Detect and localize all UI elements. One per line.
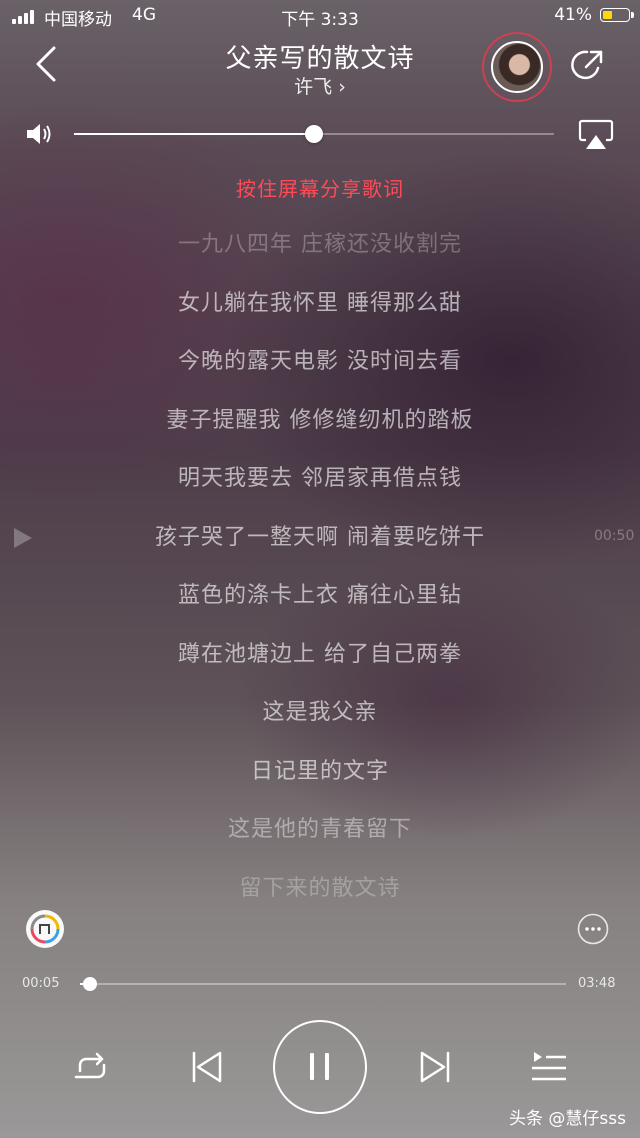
lyric-line[interactable]: 这是他的青春留下 <box>0 810 640 869</box>
airplay-icon[interactable] <box>578 118 614 152</box>
share-lyrics-hint: 按住屏幕分享歌词 <box>236 177 404 201</box>
lyric-line[interactable]: 日记里的文字 <box>0 752 640 811</box>
lyric-line[interactable]: 今晚的露天电影 没时间去看 <box>0 342 640 401</box>
music-badge-icon[interactable] <box>24 908 66 950</box>
artist-avatar[interactable] <box>491 41 543 93</box>
repeat-icon[interactable] <box>70 1047 112 1089</box>
progress-slider[interactable] <box>80 983 566 985</box>
lyric-line[interactable]: 这是我父亲 <box>0 693 640 752</box>
battery-fill <box>603 11 613 19</box>
next-icon[interactable] <box>414 1047 454 1087</box>
status-time: 下午 3:33 <box>281 10 359 30</box>
lyric-line[interactable]: 女儿躺在我怀里 睡得那么甜 <box>0 284 640 343</box>
status-bar: 中国移动 4G 下午 3:33 41% <box>0 0 640 32</box>
progress-knob[interactable] <box>82 977 97 991</box>
watermark: 头条 @慧仔sss <box>509 1109 626 1129</box>
battery-percent: 41% <box>554 5 592 25</box>
volume-knob[interactable] <box>305 125 323 143</box>
lyric-line[interactable]: 一九八四年 庄稼还没收割完 <box>0 225 640 284</box>
line-timestamp: 00:50 <box>594 528 635 544</box>
volume-level <box>74 133 314 135</box>
total-time: 03:48 <box>578 976 616 991</box>
lyric-line[interactable]: 妻子提醒我 修修缝纫机的踏板 <box>0 401 640 460</box>
pause-icon <box>310 1053 329 1080</box>
share-icon[interactable] <box>568 46 606 84</box>
seek-to-line-play-icon[interactable] <box>14 528 32 548</box>
pause-button[interactable] <box>273 1020 367 1114</box>
lyric-line[interactable]: 留下来的散文诗 <box>0 869 640 928</box>
more-options-icon[interactable] <box>577 913 609 945</box>
lyric-line[interactable]: 孩子哭了一整天啊 闹着要吃饼干 <box>0 518 640 577</box>
elapsed-time: 00:05 <box>22 976 60 991</box>
lyric-line[interactable]: 明天我要去 邻居家再借点钱 <box>0 459 640 518</box>
lyrics-list[interactable]: 一九八四年 庄稼还没收割完 女儿躺在我怀里 睡得那么甜 今晚的露天电影 没时间去… <box>0 225 640 927</box>
volume-icon[interactable] <box>24 120 54 148</box>
lyric-line[interactable]: 蓝色的涤卡上衣 痛往心里钻 <box>0 576 640 635</box>
lyric-line[interactable]: 蹲在池塘边上 给了自己两拳 <box>0 635 640 694</box>
playlist-icon[interactable] <box>526 1047 570 1087</box>
battery-icon <box>600 8 634 22</box>
previous-icon[interactable] <box>188 1047 228 1087</box>
